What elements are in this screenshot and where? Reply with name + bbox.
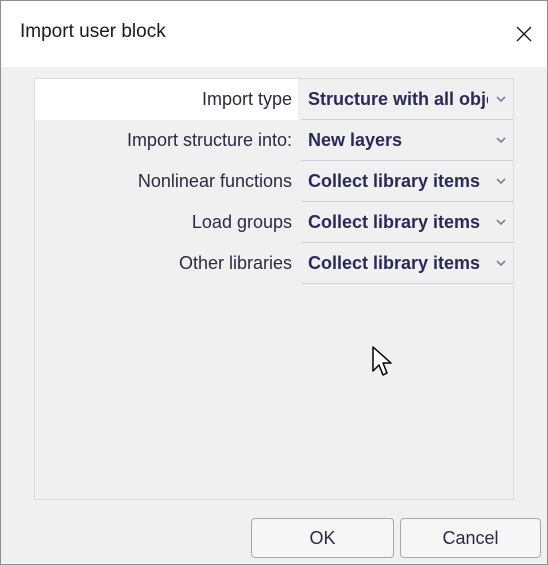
ok-button[interactable]: OK (251, 518, 394, 558)
property-row-import-type[interactable]: Import type Structure with all objects (35, 79, 513, 120)
dropdown-value: Collect library items (308, 212, 481, 232)
nonlinear-functions-dropdown[interactable]: Collect library items (301, 161, 513, 202)
load-groups-dropdown[interactable]: Collect library items (301, 202, 513, 243)
dialog-title: Import user block (20, 21, 166, 42)
dropdown-value: Collect library items (308, 253, 481, 273)
title-bar: Import user block (1, 1, 547, 67)
import-user-block-dialog: Import user block Import type Structure … (0, 0, 548, 565)
cancel-button[interactable]: Cancel (400, 518, 541, 558)
property-row-other-libraries[interactable]: Other libraries Collect library items (35, 243, 513, 284)
close-icon (516, 26, 532, 42)
property-label: Load groups (191, 212, 292, 232)
property-row-load-groups[interactable]: Load groups Collect library items (35, 202, 513, 243)
chevron-down-icon[interactable] (489, 120, 513, 160)
dropdown-value: Structure with all objects (308, 89, 488, 109)
chevron-down-icon[interactable] (489, 79, 513, 119)
property-grid: Import type Structure with all objects I… (34, 78, 514, 500)
dropdown-value: New layers (308, 130, 403, 150)
dropdown-value: Collect library items (308, 171, 481, 191)
mouse-pointer-icon (372, 346, 392, 376)
property-label: Other libraries (178, 253, 292, 273)
other-libraries-dropdown[interactable]: Collect library items (301, 243, 513, 284)
close-button[interactable] (501, 1, 547, 67)
property-label: Nonlinear functions (137, 171, 292, 191)
import-type-dropdown[interactable]: Structure with all objects (301, 79, 513, 120)
property-row-import-structure-into[interactable]: Import structure into: New layers (35, 120, 513, 161)
chevron-down-icon[interactable] (489, 161, 513, 201)
property-label: Import type (35, 79, 298, 120)
chevron-down-icon[interactable] (489, 243, 513, 283)
property-row-nonlinear-functions[interactable]: Nonlinear functions Collect library item… (35, 161, 513, 202)
property-label: Import structure into: (126, 130, 292, 150)
chevron-down-icon[interactable] (489, 202, 513, 242)
import-structure-into-dropdown[interactable]: New layers (301, 120, 513, 161)
